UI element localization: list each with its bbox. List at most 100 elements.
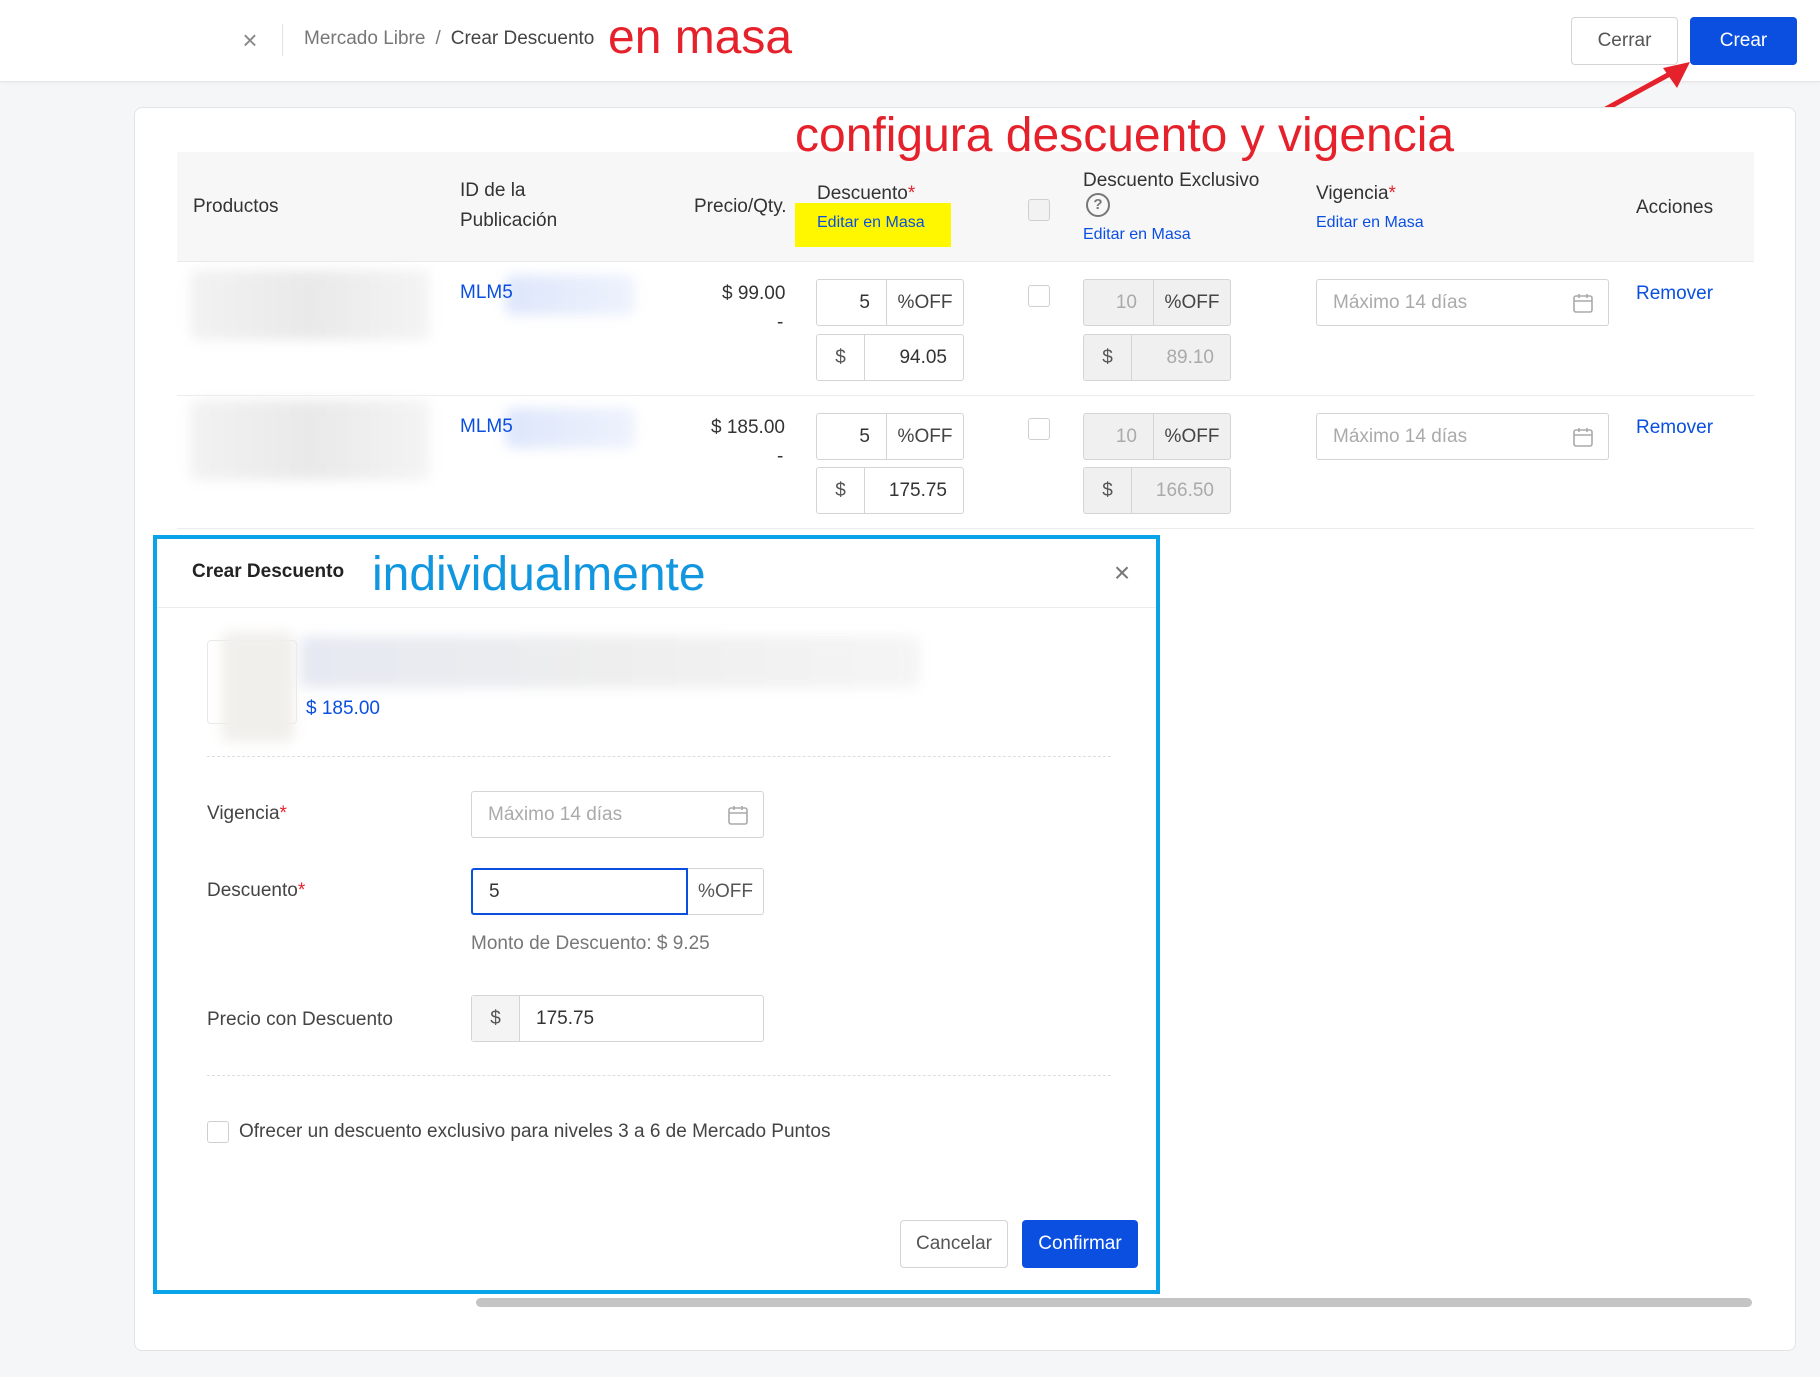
exclusive-price-value: 89.10: [1166, 346, 1214, 368]
discount-pct-value[interactable]: 5: [817, 280, 887, 325]
currency-prefix: $: [472, 996, 520, 1041]
price-value-field[interactable]: 175.75: [520, 996, 763, 1041]
pct-suffix: %OFF: [1164, 425, 1220, 447]
modal-discount-input[interactable]: 5 %OFF: [471, 868, 764, 915]
qty-cell: -: [777, 446, 784, 467]
exclusive-mass-edit-link[interactable]: Editar en Masa: [1083, 220, 1191, 249]
price-cell: $ 99.00: [722, 283, 786, 304]
help-icon[interactable]: ?: [1086, 193, 1110, 217]
header-discount-label: Descuento: [817, 183, 908, 204]
exclusive-pct-value: 10: [1084, 280, 1154, 325]
top-bar: × Mercado Libre / Crear Descuento en mas…: [0, 0, 1820, 82]
modal-price-input[interactable]: $ 175.75: [471, 995, 764, 1042]
required-mark: *: [907, 183, 916, 204]
exclusive-pct-input: 10 %OFF: [1083, 279, 1231, 326]
breadcrumb: Mercado Libre / Crear Descuento: [304, 28, 594, 50]
crear-button[interactable]: Crear: [1690, 17, 1797, 65]
discount-price-input[interactable]: $ 175.75: [816, 467, 964, 514]
validity-date-input[interactable]: Máximo 14 días: [1316, 279, 1609, 326]
pct-suffix: %OFF: [688, 868, 764, 915]
qty-cell: -: [777, 312, 784, 333]
required-mark: *: [279, 803, 287, 824]
price-label: Precio con Descuento: [207, 1009, 393, 1030]
remove-link[interactable]: Remover: [1636, 283, 1713, 305]
date-placeholder: Máximo 14 días: [1333, 291, 1468, 313]
discount-price-value[interactable]: 175.75: [865, 468, 963, 513]
row-divider: [177, 528, 1754, 529]
header-validity: Vigencia*: [1316, 179, 1396, 208]
pct-suffix: %OFF: [1164, 291, 1220, 313]
discount-pct-value[interactable]: 5: [817, 414, 887, 459]
header-discount: Descuento*: [817, 179, 915, 208]
discount-mass-edit-link[interactable]: Editar en Masa: [817, 208, 925, 237]
close-icon[interactable]: ×: [236, 26, 264, 54]
pub-id-blurred: [505, 408, 635, 448]
product-price: $ 185.00: [306, 698, 380, 719]
header-pub-id-2: Publicación: [460, 210, 558, 231]
currency-prefix: $: [817, 468, 865, 513]
dashed-divider: [207, 756, 1111, 757]
pub-id-link[interactable]: MLM5: [460, 416, 513, 438]
close-icon[interactable]: ×: [1110, 559, 1134, 587]
cancel-button[interactable]: Cancelar: [900, 1220, 1008, 1268]
annotation-configure: configura descuento y vigencia: [795, 109, 1455, 162]
discount-pct-input[interactable]: 5 %OFF: [816, 279, 964, 326]
price-cell: $ 185.00: [711, 417, 785, 438]
divider: [282, 24, 283, 56]
header-actions: Acciones: [1636, 197, 1714, 218]
validity-date-input[interactable]: Máximo 14 días: [1316, 413, 1609, 460]
required-mark: *: [1388, 183, 1396, 204]
horizontal-scrollbar[interactable]: [476, 1298, 1752, 1307]
validity-mass-edit-link[interactable]: Editar en Masa: [1316, 208, 1424, 237]
discount-label-text: Descuento: [207, 880, 298, 901]
calendar-icon[interactable]: [1572, 292, 1594, 314]
header-exclusive: Descuento Exclusivo: [1083, 170, 1260, 191]
remove-link[interactable]: Remover: [1636, 417, 1713, 439]
annotation-bulk: en masa: [608, 11, 793, 64]
discount-amount-hint: Monto de Descuento: $ 9.25: [471, 933, 710, 954]
currency-prefix: $: [1084, 468, 1132, 513]
calendar-icon[interactable]: [1572, 426, 1594, 448]
product-image-blurred: [222, 632, 294, 742]
exclusive-price-input: $ 89.10: [1083, 334, 1231, 381]
header-validity-label: Vigencia: [1316, 183, 1389, 204]
product-thumbnail-blurred: [190, 400, 430, 480]
exclusive-price-value: 166.50: [1155, 479, 1214, 501]
header-pub-id-1: ID de la: [460, 180, 526, 201]
currency-prefix: $: [1084, 335, 1132, 380]
discount-price-value[interactable]: 94.05: [865, 335, 963, 380]
exclusive-pct-value: 10: [1084, 414, 1154, 459]
product-title-blurred: [300, 636, 920, 688]
exclusive-offer-label[interactable]: Ofrecer un descuento exclusivo para nive…: [239, 1121, 830, 1143]
validity-label-text: Vigencia: [207, 803, 280, 824]
exclusive-checkbox[interactable]: [1028, 285, 1050, 307]
header-exclusive-checkbox[interactable]: [1028, 199, 1050, 221]
modal-validity-input[interactable]: Máximo 14 días: [471, 791, 764, 838]
exclusive-price-input: $ 166.50: [1083, 467, 1231, 514]
header-price-qty: Precio/Qty.: [694, 196, 787, 217]
discount-pct-input[interactable]: 5 %OFF: [816, 413, 964, 460]
pub-id-blurred: [505, 275, 635, 315]
exclusive-checkbox[interactable]: [1028, 418, 1050, 440]
pub-id-link[interactable]: MLM5: [460, 282, 513, 304]
confirm-button[interactable]: Confirmar: [1022, 1220, 1138, 1268]
exclusive-pct-input: 10 %OFF: [1083, 413, 1231, 460]
breadcrumb-current: Crear Descuento: [450, 28, 595, 49]
row-divider: [177, 395, 1754, 396]
currency-prefix: $: [817, 335, 865, 380]
calendar-icon[interactable]: [727, 804, 749, 826]
discount-price-input[interactable]: $ 94.05: [816, 334, 964, 381]
dashed-divider: [207, 1075, 1111, 1076]
required-mark: *: [297, 880, 306, 901]
breadcrumb-home[interactable]: Mercado Libre: [304, 28, 425, 50]
table-header: [177, 152, 1754, 262]
annotation-individual: individualmente: [372, 548, 706, 601]
discount-value-field[interactable]: 5: [471, 868, 688, 915]
product-thumbnail-blurred: [190, 270, 430, 340]
date-placeholder: Máximo 14 días: [1333, 425, 1468, 447]
date-placeholder: Máximo 14 días: [488, 803, 623, 825]
modal-header-divider: [157, 607, 1156, 608]
pct-suffix: %OFF: [897, 425, 953, 447]
validity-label: Vigencia*: [207, 803, 287, 825]
exclusive-offer-checkbox[interactable]: [207, 1121, 229, 1143]
